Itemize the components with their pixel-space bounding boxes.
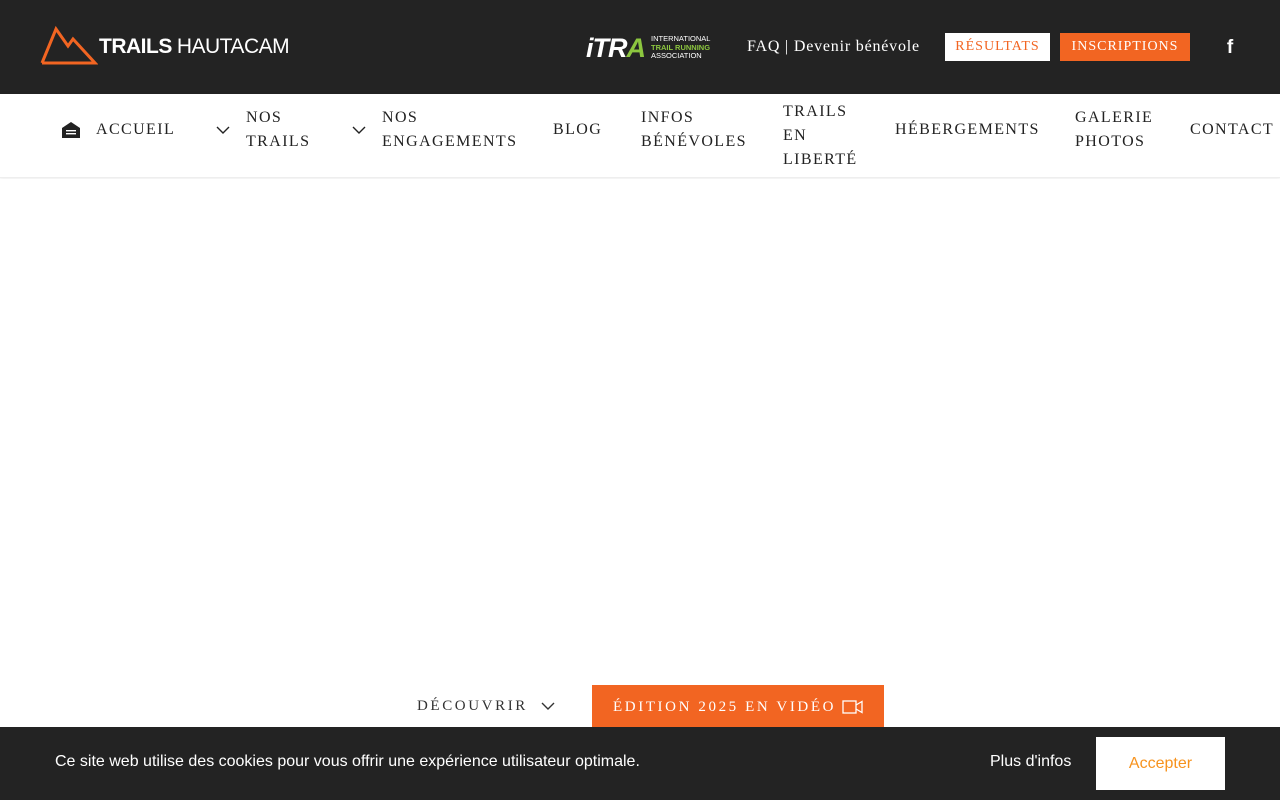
faq-link[interactable]: FAQ [747,38,780,55]
chevron-down-icon [541,702,555,710]
top-links-separator: | [780,38,794,55]
itra-subtitle: INTERNATIONAL TRAIL RUNNING ASSOCIATION [651,35,710,61]
nav-item-trails-en-liberte[interactable]: TRAILS EN LIBERTÉ [783,100,858,172]
top-links: FAQ | Devenir bénévole [747,38,920,56]
itra-line-3: ASSOCIATION [651,51,702,61]
home-icon[interactable] [61,121,81,139]
volunteer-link[interactable]: Devenir bénévole [794,38,920,55]
edition-video-button[interactable]: ÉDITION 2025 EN VIDÉO [592,685,884,729]
chevron-down-icon[interactable] [216,126,230,135]
itra-wordmark: iTRA [586,32,646,64]
itra-accent-letter: A [626,32,646,63]
nav-item-label: BÉNÉVOLES [641,133,747,150]
nav-item-nos-trails[interactable]: NOS TRAILS [246,106,310,154]
discover-label: DÉCOUVRIR [417,698,528,714]
nav-item-label: GALERIE [1075,109,1154,126]
nav-item-label: HÉBERGEMENTS [895,121,1040,138]
nav-item-nos-engagements[interactable]: NOS ENGAGEMENTS [382,106,517,154]
nav-item-label: LIBERTÉ [783,151,858,168]
hero-section [0,179,1280,727]
edition-video-label: ÉDITION 2025 EN VIDÉO [613,698,837,715]
logo-word-trails: TRAILS [99,35,172,58]
resultats-button[interactable]: RÉSULTATS [945,33,1050,61]
nav-item-label: BLOG [553,121,603,138]
itra-prefix: iTR [586,32,627,63]
cookie-message: Ce site web utilise des cookies pour vou… [55,753,640,770]
inscriptions-button[interactable]: INSCRIPTIONS [1060,33,1190,61]
nav-item-label: INFOS [641,109,695,126]
logo-word-hautacam: HAUTACAM [176,35,290,58]
nav-item-contact[interactable]: CONTACT [1190,118,1274,142]
nav-item-galerie-photos[interactable]: GALERIE PHOTOS [1075,106,1153,154]
nav-item-label: NOS [246,109,283,126]
nav-item-label: NOS [382,109,419,126]
nav-item-label: CONTACT [1190,121,1275,138]
discover-button[interactable]: DÉCOUVRIR [417,698,555,715]
chevron-down-icon[interactable] [352,126,366,135]
cookie-more-info-link[interactable]: Plus d'infos [990,753,1071,771]
itra-logo[interactable]: iTRA INTERNATIONAL TRAIL RUNNING ASSOCIA… [586,32,710,64]
nav-item-hebergements[interactable]: HÉBERGEMENTS [895,118,1040,142]
cookie-accept-button[interactable]: Accepter [1096,737,1225,790]
facebook-icon[interactable]: f [1222,38,1238,58]
mountain-logo-icon [40,25,98,65]
nav-item-blog[interactable]: BLOG [553,118,602,142]
nav-item-infos-benevoles[interactable]: INFOS BÉNÉVOLES [641,106,747,154]
logo-wordmark: TRAILS HAUTACAM [99,35,290,59]
site-logo[interactable]: TRAILS HAUTACAM [40,24,290,66]
nav-item-label: TRAILS [783,103,848,120]
nav-item-label: ENGAGEMENTS [382,133,518,150]
nav-item-accueil[interactable]: ACCUEIL [96,118,175,142]
cookie-banner: Ce site web utilise des cookies pour vou… [0,727,1280,800]
video-camera-icon [842,700,863,714]
nav-item-label: EN [783,127,808,144]
nav-item-label: TRAILS [246,133,311,150]
nav-item-label: ACCUEIL [96,121,176,138]
top-bar: TRAILS HAUTACAM iTRA INTERNATIONAL TRAIL … [0,0,1280,94]
nav-item-label: PHOTOS [1075,133,1146,150]
